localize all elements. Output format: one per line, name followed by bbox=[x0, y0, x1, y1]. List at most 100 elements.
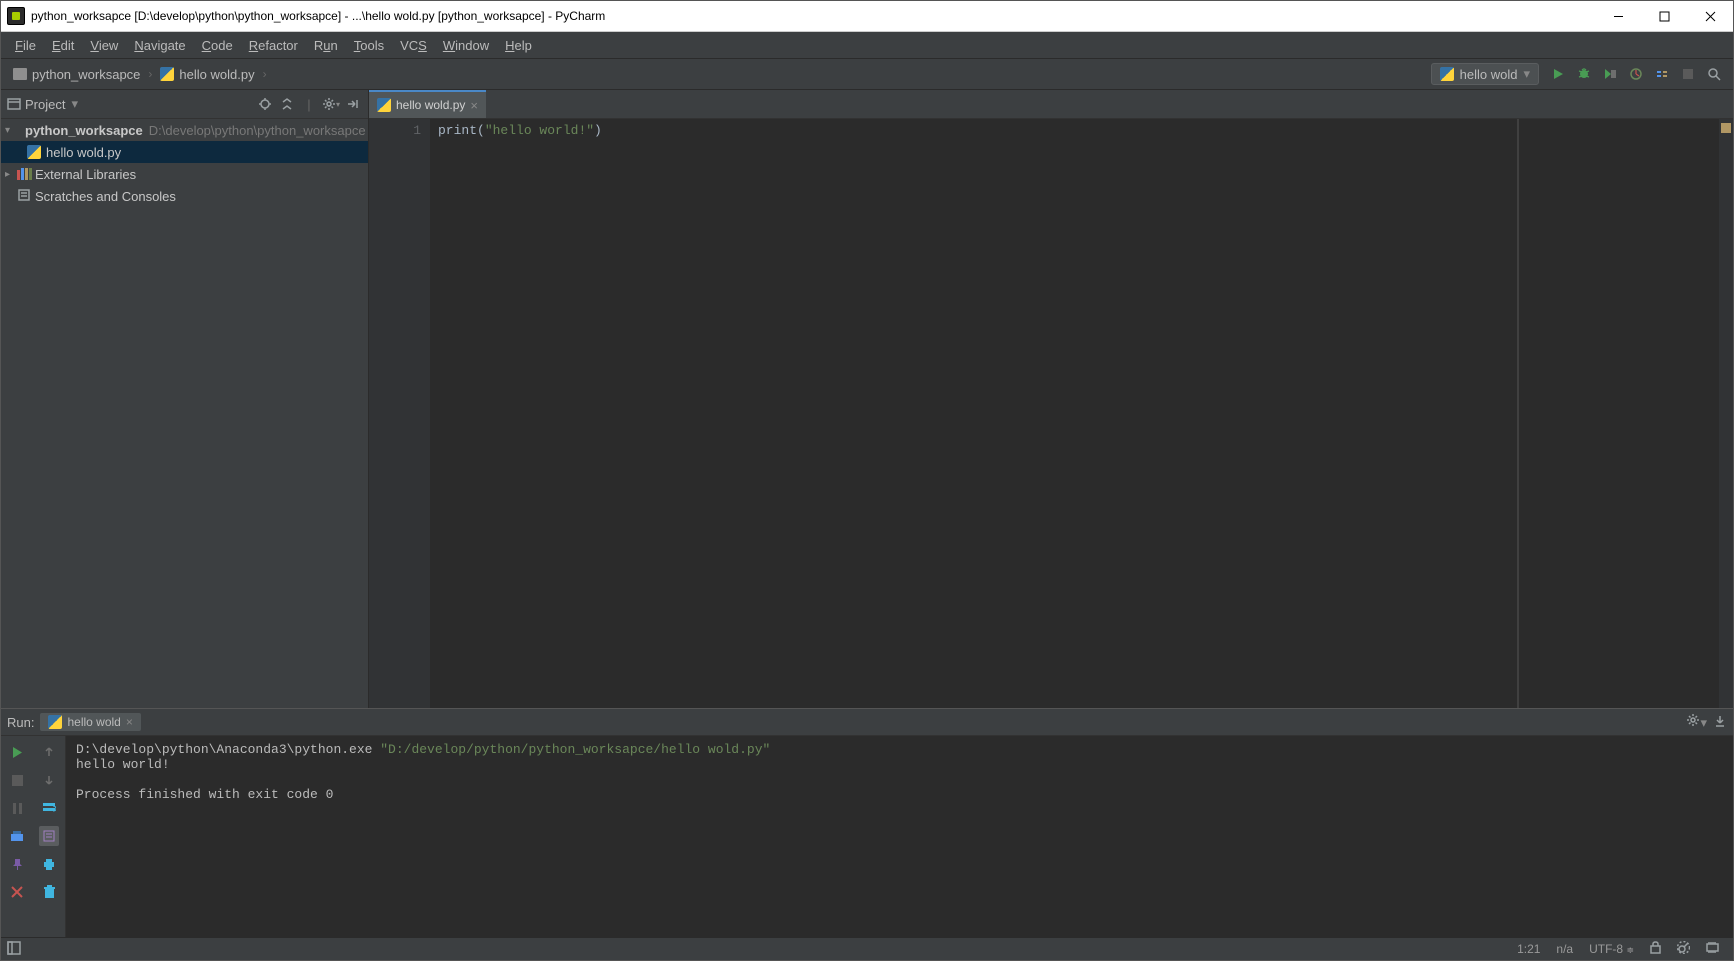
chevron-down-icon[interactable]: ▾ bbox=[71, 96, 78, 112]
run-coverage-button[interactable] bbox=[1598, 62, 1622, 86]
line-separator[interactable]: n/a bbox=[1556, 942, 1573, 956]
close-run-tab-icon[interactable]: × bbox=[126, 715, 133, 729]
python-file-icon bbox=[377, 98, 391, 112]
menu-run[interactable]: Run bbox=[306, 36, 346, 55]
close-run-button[interactable] bbox=[7, 882, 27, 902]
settings-icon[interactable]: ▾ bbox=[322, 97, 340, 111]
code-editor[interactable]: 1 print("hello world!") bbox=[369, 119, 1733, 708]
profile-button[interactable] bbox=[1624, 62, 1648, 86]
tree-root-path: D:\develop\python\python_worksapce bbox=[149, 123, 366, 138]
breadcrumb-root[interactable]: python_worksapce bbox=[7, 65, 146, 84]
pin-tab-button[interactable] bbox=[7, 854, 27, 874]
scratch-icon bbox=[17, 188, 31, 205]
run-tool-window: Run: hello wold × ▾ bbox=[1, 708, 1733, 937]
menu-edit[interactable]: Edit bbox=[44, 36, 82, 55]
project-tool-header: Project ▾ | ▾ bbox=[1, 90, 368, 119]
scroll-to-end-button[interactable] bbox=[39, 826, 59, 846]
run-title: Run: bbox=[7, 715, 34, 730]
hide-run-icon[interactable] bbox=[1713, 714, 1727, 731]
python-file-icon bbox=[160, 67, 174, 81]
expand-arrow-icon[interactable]: ▸ bbox=[5, 169, 17, 180]
maximize-button[interactable] bbox=[1641, 1, 1687, 31]
tree-scratch-label: Scratches and Consoles bbox=[35, 189, 176, 204]
rerun-button[interactable] bbox=[7, 742, 27, 762]
line-gutter: 1 bbox=[369, 119, 430, 708]
down-stack-button[interactable] bbox=[39, 770, 59, 790]
breadcrumb-file-label: hello wold.py bbox=[179, 67, 254, 82]
search-everywhere-button[interactable] bbox=[1702, 62, 1726, 86]
run-button[interactable] bbox=[1546, 62, 1570, 86]
warning-marker-icon bbox=[1721, 123, 1731, 133]
run-tool-header: Run: hello wold × ▾ bbox=[1, 709, 1733, 736]
editor-minimap[interactable] bbox=[1518, 119, 1719, 708]
file-encoding[interactable]: UTF-8 ≑ bbox=[1589, 942, 1634, 956]
pause-button[interactable] bbox=[7, 798, 27, 818]
run-config-selector[interactable]: hello wold ▾ bbox=[1431, 63, 1539, 85]
breadcrumb-file[interactable]: hello wold.py bbox=[154, 65, 260, 84]
tree-root-label: python_worksapce bbox=[25, 123, 143, 138]
project-label[interactable]: Project bbox=[25, 97, 65, 112]
soft-wrap-button[interactable] bbox=[39, 798, 59, 818]
menu-code[interactable]: Code bbox=[194, 36, 241, 55]
run-toolbar-primary bbox=[1, 736, 33, 937]
tool-windows-quick-access-icon[interactable] bbox=[7, 941, 21, 958]
tree-file-label: hello wold.py bbox=[46, 145, 121, 160]
close-tab-icon[interactable]: × bbox=[470, 98, 478, 113]
readonly-toggle-icon[interactable] bbox=[1650, 941, 1661, 957]
stop-button[interactable] bbox=[1676, 62, 1700, 86]
menu-window[interactable]: Window bbox=[435, 36, 497, 55]
dump-threads-button[interactable] bbox=[7, 826, 27, 846]
menu-vcs[interactable]: VCS bbox=[392, 36, 435, 55]
navbar: python_worksapce › hello wold.py › hello… bbox=[1, 59, 1733, 90]
menu-help[interactable]: Help bbox=[497, 36, 540, 55]
cursor-position[interactable]: 1:21 bbox=[1517, 942, 1540, 956]
tree-scratches[interactable]: Scratches and Consoles bbox=[1, 185, 368, 207]
close-button[interactable] bbox=[1687, 1, 1733, 31]
menu-file[interactable]: File bbox=[7, 36, 44, 55]
breadcrumb-root-label: python_worksapce bbox=[32, 67, 140, 82]
chevron-right-icon: › bbox=[148, 67, 152, 81]
collapse-all-icon[interactable] bbox=[278, 97, 296, 111]
menubar: File Edit View Navigate Code Refactor Ru… bbox=[1, 32, 1733, 59]
menu-navigate[interactable]: Navigate bbox=[126, 36, 193, 55]
memory-indicator-icon[interactable] bbox=[1706, 941, 1719, 957]
code-token-string: "hello world!" bbox=[485, 123, 594, 138]
editor-tab-label: hello wold.py bbox=[396, 98, 465, 112]
console-exit-line: Process finished with exit code 0 bbox=[76, 787, 333, 802]
menu-view[interactable]: View bbox=[82, 36, 126, 55]
error-stripe[interactable] bbox=[1719, 119, 1733, 708]
locate-icon[interactable] bbox=[256, 97, 274, 111]
line-number-1: 1 bbox=[369, 123, 421, 138]
tree-external-libraries[interactable]: ▸ External Libraries bbox=[1, 163, 368, 185]
titlebar: python_worksapce [D:\develop\python\pyth… bbox=[1, 1, 1733, 32]
clear-all-button[interactable] bbox=[39, 882, 59, 902]
menu-refactor[interactable]: Refactor bbox=[241, 36, 306, 55]
print-button[interactable] bbox=[39, 854, 59, 874]
run-tab-label: hello wold bbox=[67, 715, 120, 729]
tree-root[interactable]: ▾ python_worksapce D:\develop\python\pyt… bbox=[1, 119, 368, 141]
editor-tabbar: hello wold.py × bbox=[369, 90, 1733, 119]
python-icon bbox=[48, 715, 62, 729]
chevron-down-icon: ▾ bbox=[1523, 66, 1530, 82]
run-settings-icon[interactable]: ▾ bbox=[1686, 713, 1707, 731]
project-tree[interactable]: ▾ python_worksapce D:\develop\python\pyt… bbox=[1, 119, 368, 708]
expand-arrow-icon[interactable]: ▾ bbox=[5, 125, 17, 136]
library-icon bbox=[17, 168, 31, 180]
code-token-paren: ) bbox=[594, 123, 602, 138]
debug-button[interactable] bbox=[1572, 62, 1596, 86]
inspections-icon[interactable] bbox=[1677, 941, 1690, 957]
editor-tab-hello[interactable]: hello wold.py × bbox=[369, 90, 486, 118]
folder-icon bbox=[13, 68, 27, 80]
up-stack-button[interactable] bbox=[39, 742, 59, 762]
run-tab-hello[interactable]: hello wold × bbox=[40, 713, 140, 731]
minimize-button[interactable] bbox=[1595, 1, 1641, 31]
tree-file-hello[interactable]: hello wold.py bbox=[1, 141, 368, 163]
code-content[interactable]: print("hello world!") bbox=[430, 119, 1518, 708]
code-token-paren: ( bbox=[477, 123, 485, 138]
menu-tools[interactable]: Tools bbox=[346, 36, 392, 55]
console-output-line: hello world! bbox=[76, 757, 170, 772]
run-console-output[interactable]: D:\develop\python\Anaconda3\python.exe "… bbox=[66, 736, 1733, 937]
attach-debugger-button[interactable] bbox=[1650, 62, 1674, 86]
stop-run-button[interactable] bbox=[7, 770, 27, 790]
hide-icon[interactable] bbox=[344, 97, 362, 111]
